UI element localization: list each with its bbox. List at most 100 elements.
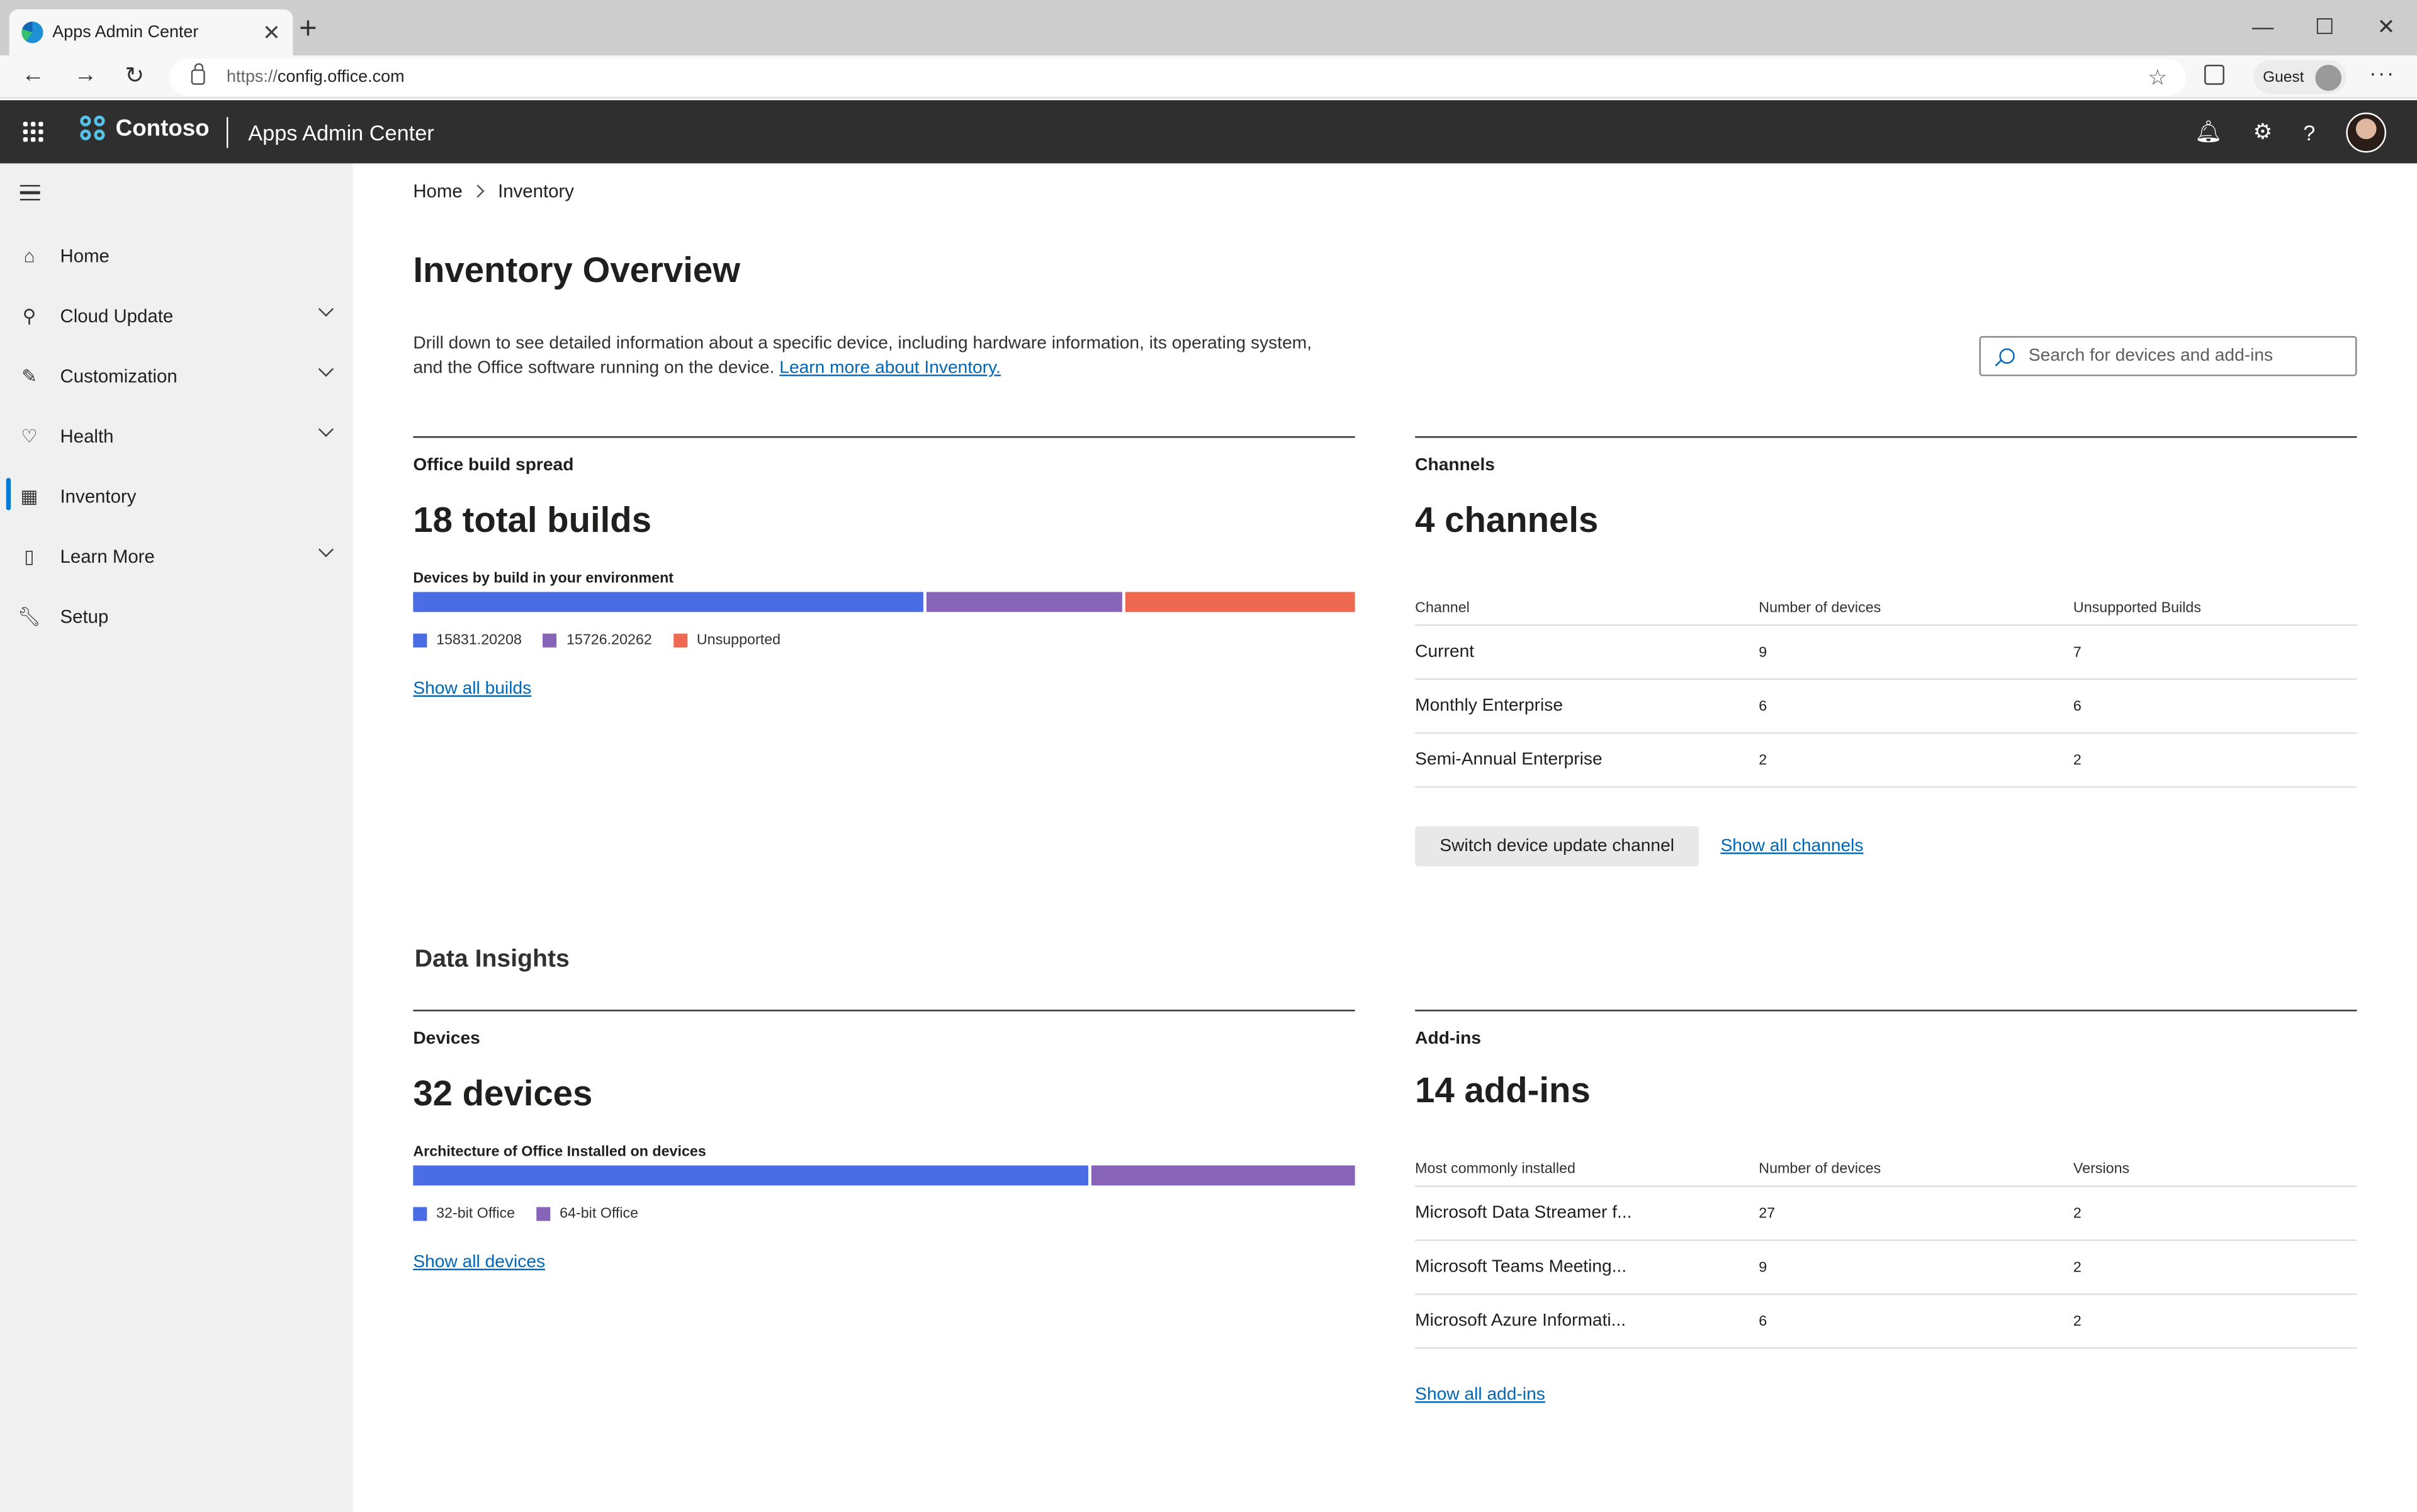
legend-swatch: [673, 633, 688, 648]
favorite-star-icon[interactable]: ☆: [2148, 64, 2168, 91]
legend-label: 32-bit Office: [436, 1205, 516, 1223]
addins-total: 14 add-ins: [1415, 1069, 1591, 1110]
legend-label: 15831.20208: [436, 632, 522, 650]
minimize-icon[interactable]: —: [2232, 0, 2294, 52]
help-icon[interactable]: ?: [2303, 120, 2315, 144]
column-header: Unsupported Builds: [2073, 599, 2201, 617]
profile-button[interactable]: Guest: [2253, 60, 2347, 94]
breadcrumb-home[interactable]: Home: [413, 181, 462, 202]
unsupported-count: 7: [2073, 643, 2082, 661]
channels-table: Channel Number of devices Unsupported Bu…: [1415, 600, 2357, 788]
device-count: 6: [1759, 697, 1767, 715]
tab-title: Apps Admin Center: [52, 23, 199, 42]
builds-card: Office build spread 18 total builds Devi…: [413, 436, 1355, 701]
chevron-down-icon[interactable]: [318, 361, 334, 377]
collections-icon[interactable]: [2204, 64, 2224, 85]
sidebar-item-cloud-update[interactable]: ⚲ Cloud Update: [0, 285, 353, 346]
sidebar-item-inventory[interactable]: ▦ Inventory: [0, 466, 353, 526]
channel-name: Current: [1415, 643, 1475, 662]
chevron-down-icon[interactable]: [318, 541, 334, 558]
legend-item: 64-bit Office: [536, 1205, 638, 1222]
sidebar: ⌂ Home ⚲ Cloud Update ✎ Customization ♡ …: [0, 163, 353, 1512]
devices-legend: 32-bit Office 64-bit Office: [413, 1205, 1355, 1222]
show-all-addins-link[interactable]: Show all add-ins: [1415, 1386, 1545, 1404]
legend-label: 15726.20262: [566, 632, 652, 650]
new-tab-icon[interactable]: +: [299, 14, 317, 45]
legend-item: 32-bit Office: [413, 1205, 515, 1222]
learn-more-link[interactable]: Learn more about Inventory.: [779, 359, 1001, 378]
hamburger-menu-icon[interactable]: [20, 184, 40, 205]
app-title: Apps Admin Center: [248, 120, 434, 145]
legend-item: Unsupported: [673, 632, 780, 649]
maximize-icon[interactable]: ☐: [2294, 0, 2355, 52]
back-icon[interactable]: ←: [21, 62, 45, 88]
breadcrumb: Home Inventory: [413, 181, 574, 202]
bar-segment: [1092, 1165, 1355, 1186]
notifications-bell-icon[interactable]: 🔔︎: [2195, 119, 2223, 145]
url-bar[interactable]: https:// config.office.com ☆: [169, 59, 2186, 96]
search-input[interactable]: Search for devices and add-ins: [1979, 336, 2357, 376]
addins-table: Most commonly installed Number of device…: [1415, 1161, 2357, 1349]
inventory-icon: ▦: [20, 485, 38, 507]
table-row[interactable]: Microsoft Data Streamer f... 27 2: [1415, 1187, 2357, 1241]
device-count: 2: [1759, 751, 1767, 769]
profile-label: Guest: [2263, 68, 2304, 86]
data-insights-title: Data Insights: [414, 946, 570, 973]
refresh-icon[interactable]: ↻: [125, 62, 144, 89]
legend-swatch: [413, 1207, 427, 1221]
legend-label: Unsupported: [696, 632, 781, 650]
version-count: 2: [2073, 1204, 2082, 1222]
sidebar-item-customization[interactable]: ✎ Customization: [0, 346, 353, 406]
channels-label: Channels: [1415, 456, 1495, 475]
cloud-update-icon: ⚲: [22, 304, 37, 326]
table-row[interactable]: Semi-Annual Enterprise 2 2: [1415, 734, 2357, 788]
devices-card: Devices 32 devices Architecture of Offic…: [413, 1010, 1355, 1275]
url-host: config.office.com: [277, 67, 405, 87]
user-avatar[interactable]: [2346, 111, 2387, 152]
sidebar-item-health[interactable]: ♡ Health: [0, 405, 353, 466]
sidebar-item-learn-more[interactable]: ▯ Learn More: [0, 526, 353, 586]
show-all-devices-link[interactable]: Show all devices: [413, 1253, 545, 1272]
table-row[interactable]: Monthly Enterprise 6 6: [1415, 680, 2357, 734]
devices-bar-label: Architecture of Office Installed on devi…: [413, 1144, 706, 1161]
forward-icon[interactable]: →: [74, 62, 98, 88]
table-row[interactable]: Microsoft Teams Meeting... 9 2: [1415, 1241, 2357, 1295]
addin-name: Microsoft Azure Informati...: [1415, 1312, 1626, 1331]
bar-segment: [926, 592, 1123, 612]
bar-segment: [1125, 592, 1355, 612]
app-launcher-icon[interactable]: [23, 121, 43, 142]
channels-actions: Switch device update channel Show all ch…: [1415, 826, 2357, 867]
more-options-icon[interactable]: ···: [2369, 60, 2396, 85]
show-all-channels-link[interactable]: Show all channels: [1720, 837, 1863, 855]
settings-gear-icon[interactable]: ⚙: [2253, 119, 2273, 145]
search-icon: [1999, 348, 2015, 364]
switch-channel-button[interactable]: Switch device update channel: [1415, 826, 1699, 867]
edge-icon: [21, 21, 43, 43]
chevron-down-icon[interactable]: [318, 301, 334, 317]
addin-name: Microsoft Data Streamer f...: [1415, 1204, 1632, 1223]
device-count: 9: [1759, 643, 1767, 661]
sidebar-item-setup[interactable]: 🔧︎ Setup: [0, 586, 353, 646]
close-tab-icon[interactable]: ✕: [262, 20, 281, 46]
table-row[interactable]: Current 9 7: [1415, 626, 2357, 680]
chevron-right-icon: [471, 184, 485, 198]
brand[interactable]: Contoso: [80, 115, 210, 142]
close-window-icon[interactable]: ✕: [2355, 0, 2417, 52]
show-all-builds-link[interactable]: Show all builds: [413, 680, 531, 698]
chevron-down-icon[interactable]: [318, 421, 334, 437]
legend-item: 15831.20208: [413, 632, 522, 649]
builds-legend: 15831.20208 15726.20262 Unsupported: [413, 632, 1355, 649]
browser-tab[interactable]: Apps Admin Center ✕: [9, 9, 293, 56]
column-header: Channel: [1415, 599, 1470, 617]
book-icon: ▯: [24, 544, 35, 567]
table-row[interactable]: Microsoft Azure Informati... 6 2: [1415, 1295, 2357, 1349]
page-description: Drill down to see detailed information a…: [413, 332, 1338, 381]
column-header: Number of devices: [1759, 1161, 1881, 1178]
health-icon: ♡: [21, 424, 38, 446]
window-controls: — ☐ ✕: [2232, 0, 2417, 52]
sidebar-item-label: Cloud Update: [60, 304, 174, 326]
header-divider: [227, 117, 228, 149]
contoso-logo-icon: [80, 115, 106, 142]
header-actions: 🔔︎ ⚙ ?: [2195, 100, 2387, 163]
sidebar-item-home[interactable]: ⌂ Home: [0, 225, 353, 286]
